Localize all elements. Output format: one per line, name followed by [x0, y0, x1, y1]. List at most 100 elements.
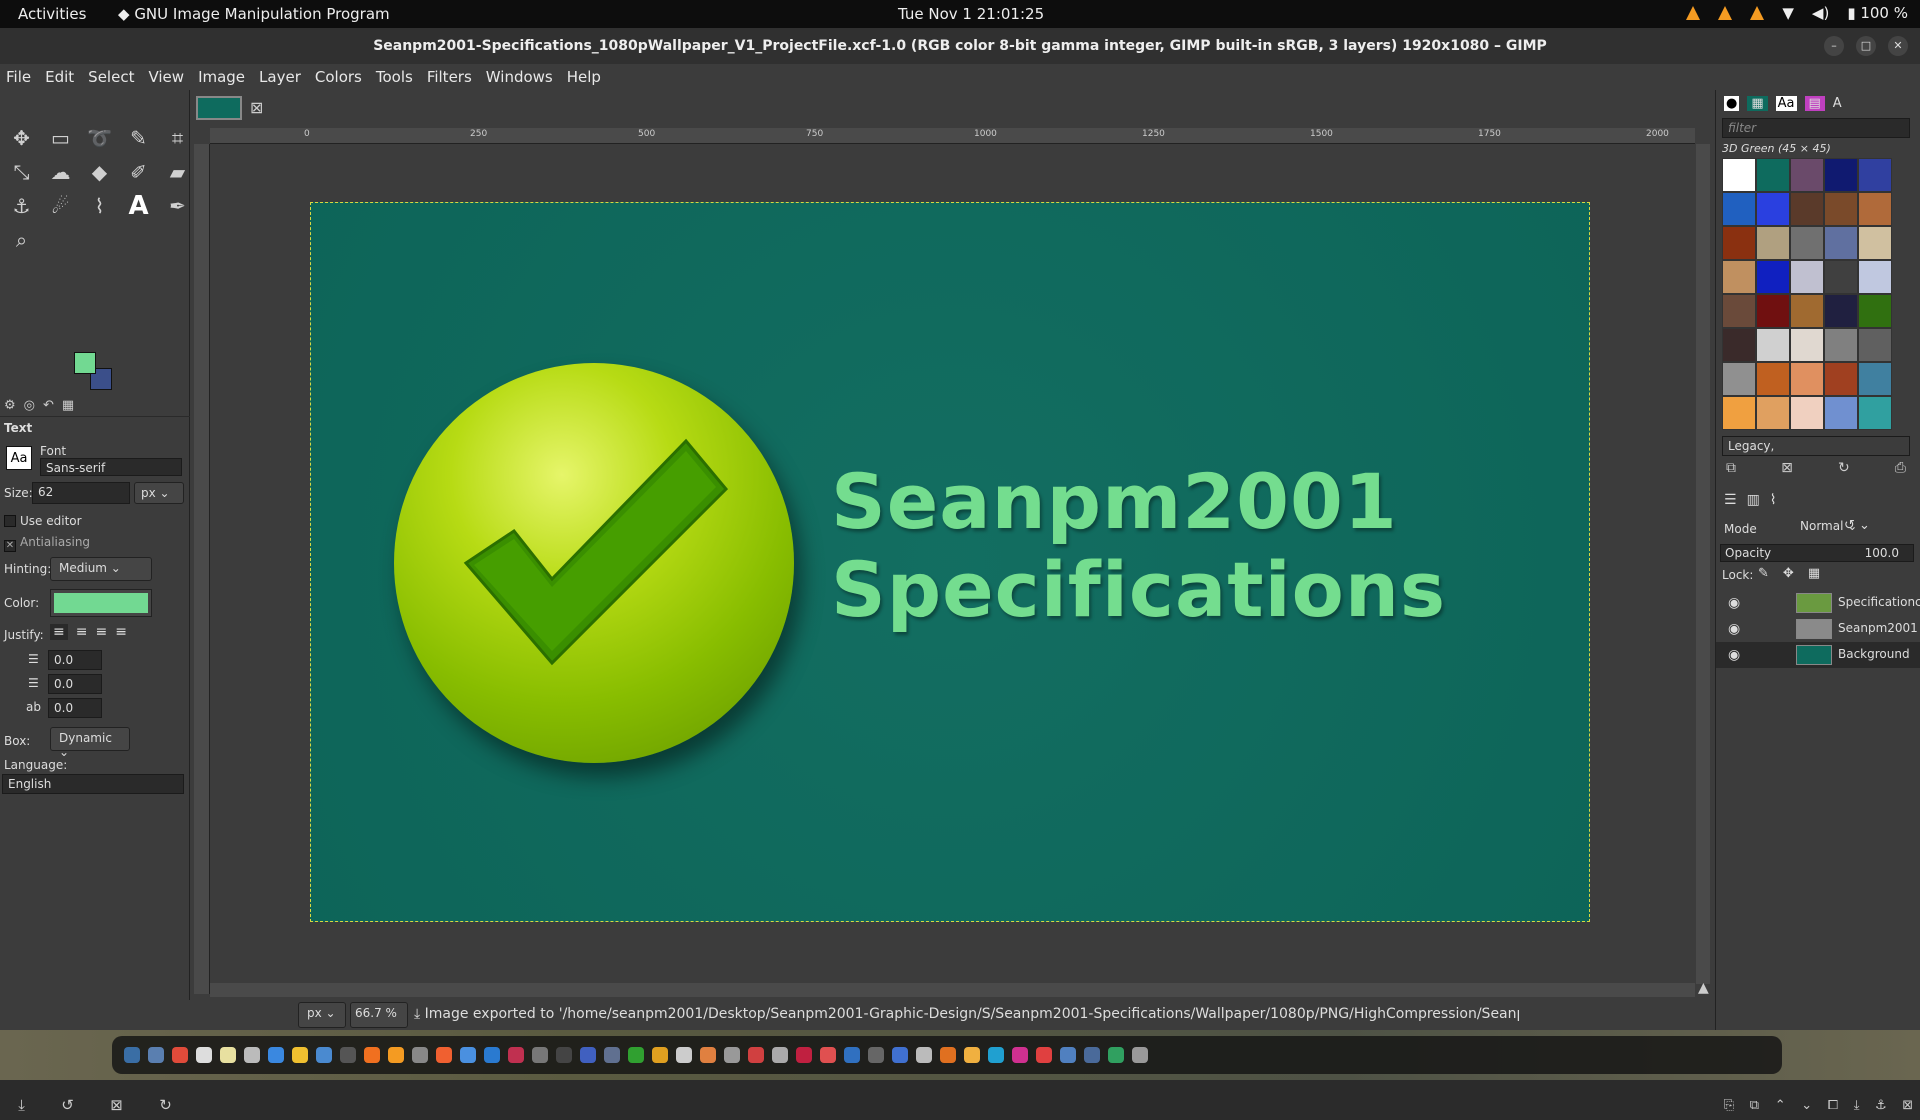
- fonts-tab-icon[interactable]: Aa: [1775, 96, 1797, 111]
- editor-icon[interactable]: [316, 1047, 332, 1063]
- app-icon[interactable]: [868, 1047, 884, 1063]
- pattern-swatch[interactable]: [1756, 158, 1790, 192]
- battery-icon[interactable]: ▮ 100 %: [1847, 4, 1908, 22]
- justify-right-icon[interactable]: ≡: [76, 624, 88, 640]
- pattern-swatch[interactable]: [1824, 396, 1858, 430]
- menu-edit[interactable]: Edit: [45, 68, 74, 86]
- calc-icon[interactable]: [628, 1047, 644, 1063]
- fg-bg-colors[interactable]: [74, 352, 118, 392]
- layer-row[interactable]: ◉ Specificationc: [1716, 590, 1920, 616]
- close-tab-icon[interactable]: ⊠: [250, 98, 263, 117]
- use-editor-checkbox[interactable]: Use editor: [4, 514, 82, 528]
- paths-tool-icon[interactable]: ⌇: [82, 190, 117, 222]
- app-icon[interactable]: [1060, 1047, 1076, 1063]
- volume-icon[interactable]: ◀): [1812, 4, 1829, 22]
- font-field[interactable]: Sans-serif: [40, 458, 182, 476]
- pattern-swatch[interactable]: [1858, 362, 1892, 396]
- lock-pixels-icon[interactable]: ✎: [1758, 566, 1769, 581]
- text-tool-icon[interactable]: A: [121, 190, 156, 222]
- delete-layer-icon[interactable]: ⊠: [1902, 1098, 1913, 1113]
- settings-icon[interactable]: [412, 1047, 428, 1063]
- writer-icon[interactable]: [268, 1047, 284, 1063]
- menu-select[interactable]: Select: [88, 68, 134, 86]
- justify-center-icon[interactable]: ≡: [95, 624, 107, 640]
- text-color-button[interactable]: [50, 589, 152, 617]
- show-apps-icon[interactable]: [1132, 1047, 1148, 1063]
- pattern-swatch[interactable]: [1824, 260, 1858, 294]
- font-preview-icon[interactable]: Aa: [6, 446, 32, 470]
- image-tab-thumbnail[interactable]: [196, 96, 242, 120]
- paintbrush-tool-icon[interactable]: ✐: [121, 156, 156, 188]
- warp-tool-icon[interactable]: ☁: [43, 156, 78, 188]
- save-options-icon[interactable]: ⤓: [18, 1096, 25, 1114]
- pattern-grid[interactable]: [1722, 158, 1892, 430]
- app-launcher-icon[interactable]: [124, 1047, 140, 1063]
- delete-pattern-icon[interactable]: ⊠: [1781, 460, 1793, 476]
- clone-tool-icon[interactable]: ⚓: [4, 190, 39, 222]
- gimp-icon[interactable]: [532, 1047, 548, 1063]
- new-layer-group-icon[interactable]: ⧉: [1750, 1098, 1759, 1113]
- letter-spacing-field[interactable]: 0.0: [48, 698, 102, 718]
- pattern-swatch[interactable]: [1722, 158, 1756, 192]
- duplicate-layer-icon[interactable]: ⧠: [1828, 1098, 1838, 1113]
- lasso-tool-icon[interactable]: ➰: [82, 122, 117, 154]
- zoom-tool-icon[interactable]: ⌕: [4, 224, 39, 256]
- image-canvas[interactable]: Seanpm2001 Specifications: [310, 202, 1590, 922]
- language-field[interactable]: English: [2, 774, 184, 794]
- menu-view[interactable]: View: [148, 68, 184, 86]
- app-menu[interactable]: ◆ GNU Image Manipulation Program: [118, 5, 390, 23]
- layer-row[interactable]: ◉ Background: [1716, 642, 1920, 668]
- pattern-swatch[interactable]: [1858, 396, 1892, 430]
- menu-image[interactable]: Image: [198, 68, 245, 86]
- fuzzy-select-tool-icon[interactable]: ✎: [121, 122, 156, 154]
- pattern-swatch[interactable]: [1790, 396, 1824, 430]
- app-icon[interactable]: [1036, 1047, 1052, 1063]
- wifi-icon[interactable]: ▼: [1782, 4, 1794, 22]
- pattern-swatch[interactable]: [1790, 192, 1824, 226]
- files-icon[interactable]: [148, 1047, 164, 1063]
- size-field[interactable]: 62: [32, 482, 130, 504]
- activities-button[interactable]: Activities: [18, 5, 86, 23]
- pattern-swatch[interactable]: [1790, 328, 1824, 362]
- bucket-fill-tool-icon[interactable]: ◆: [82, 156, 117, 188]
- visibility-eye-icon[interactable]: ◉: [1728, 647, 1740, 663]
- pattern-swatch[interactable]: [1722, 226, 1756, 260]
- pattern-swatch[interactable]: [1858, 328, 1892, 362]
- anchor-layer-icon[interactable]: ⚓: [1875, 1098, 1887, 1113]
- firefox-icon[interactable]: [364, 1047, 380, 1063]
- opacity-slider[interactable]: Opacity 100.0: [1720, 544, 1914, 562]
- app-icon[interactable]: [796, 1047, 812, 1063]
- maximize-button[interactable]: □: [1856, 36, 1876, 56]
- menu-help[interactable]: Help: [567, 68, 601, 86]
- app-icon[interactable]: [1084, 1047, 1100, 1063]
- pattern-swatch[interactable]: [1824, 328, 1858, 362]
- chrome-icon[interactable]: [172, 1047, 188, 1063]
- menu-tools[interactable]: Tools: [376, 68, 413, 86]
- pattern-swatch[interactable]: [1722, 328, 1756, 362]
- box-select[interactable]: Dynamic ⌄: [50, 727, 130, 759]
- tool-icon[interactable]: [772, 1047, 788, 1063]
- move-tool-icon[interactable]: ✥: [4, 122, 39, 154]
- navigate-icon[interactable]: ▲: [1698, 980, 1709, 996]
- edit-pattern-icon[interactable]: ⧉: [1726, 460, 1736, 476]
- gradients-tab-icon[interactable]: ▤: [1804, 96, 1825, 111]
- pattern-swatch[interactable]: [1756, 260, 1790, 294]
- horizontal-scrollbar[interactable]: [210, 983, 1695, 997]
- app-icon[interactable]: [820, 1047, 836, 1063]
- pattern-swatch[interactable]: [1824, 362, 1858, 396]
- raise-layer-icon[interactable]: ⌃: [1775, 1098, 1786, 1113]
- pattern-swatch[interactable]: [1858, 226, 1892, 260]
- vlc-icon[interactable]: [1750, 6, 1765, 20]
- pattern-swatch[interactable]: [1756, 192, 1790, 226]
- pattern-swatch[interactable]: [1790, 226, 1824, 260]
- new-layer-icon[interactable]: ⎘: [1724, 1098, 1734, 1113]
- vertical-scrollbar[interactable]: [1696, 144, 1710, 984]
- brushes-tab-icon[interactable]: ●: [1724, 96, 1740, 111]
- justify-fill-icon[interactable]: ≡: [115, 624, 127, 640]
- vlc-icon[interactable]: [388, 1047, 404, 1063]
- menu-filters[interactable]: Filters: [427, 68, 472, 86]
- horizontal-ruler[interactable]: 0 250 500 750 1000 1250 1500 1750 2000: [210, 128, 1695, 144]
- calendar-icon[interactable]: [460, 1047, 476, 1063]
- lower-layer-icon[interactable]: ⌄: [1801, 1098, 1812, 1113]
- pattern-swatch[interactable]: [1824, 192, 1858, 226]
